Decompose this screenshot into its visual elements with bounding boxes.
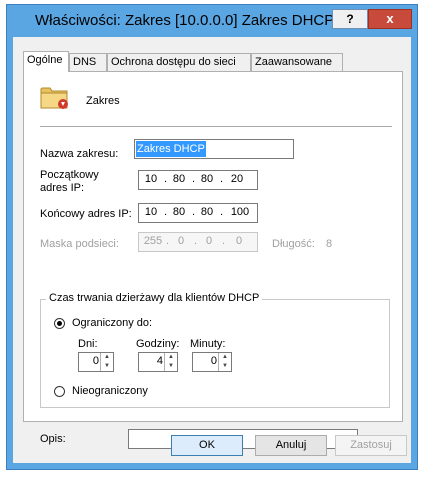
spin-down-icon[interactable]: ▼ [101,362,113,371]
title-bar[interactable]: Właściwości: Zakres [10.0.0.0] Zakres DH… [7,5,417,37]
help-button[interactable]: ? [332,9,368,29]
apply-button: Zastosuj [335,435,407,456]
subnet-octet-2: 0 [177,235,185,247]
start-ip-octet-2: 80 [172,173,186,185]
ip-dot: . [192,206,196,218]
length-value: 8 [326,238,333,250]
unlimited-label[interactable]: Nieograniczony [72,385,148,397]
unlimited-radio[interactable] [54,386,65,397]
window-title: Właściwości: Zakres [10.0.0.0] Zakres DH… [35,12,335,29]
start-ip-field[interactable]: 10 . 80 . 80 . 20 [138,170,258,190]
ip-dot: . [166,235,170,247]
lease-duration-label: Czas trwania dzierżawy dla klientów DHCP [46,292,263,304]
start-ip-octet-3: 80 [200,173,214,185]
ok-button[interactable]: OK [171,435,243,456]
separator [40,126,392,127]
description-label: Opis: [40,433,66,445]
days-value: 0 [92,355,99,367]
ip-dot: . [220,173,224,185]
tab-network-access-protection[interactable]: Ochrona dostępu do sieci [107,53,251,71]
general-tab-panel: Zakres Nazwa zakresu: Zakres DHCP Począt… [23,71,403,449]
end-ip-octet-3: 80 [200,206,214,218]
limited-label[interactable]: Ograniczony do: [72,317,152,329]
minutes-label: Minuty: [190,338,226,350]
subnet-mask-label: Maska podsieci: [40,238,119,250]
properties-dialog: Właściwości: Zakres [10.0.0.0] Zakres DH… [6,4,418,470]
spin-down-icon[interactable]: ▼ [165,362,177,371]
limited-radio[interactable] [54,318,65,329]
end-ip-octet-2: 80 [172,206,186,218]
scope-name-field[interactable]: Zakres DHCP [134,139,294,159]
spin-up-icon[interactable]: ▲ [165,353,177,362]
subnet-octet-4: 0 [235,235,243,247]
subnet-mask-field: 255 . 0 . 0 . 0 [138,232,258,252]
spin-down-icon[interactable]: ▼ [219,362,231,371]
days-spin-arrows[interactable]: ▲ ▼ [100,353,113,371]
minutes-value: 0 [210,355,217,367]
ip-dot: . [192,173,196,185]
end-ip-octet-4: 100 [230,206,250,218]
hours-spinner[interactable]: 4 ▲ ▼ [138,352,178,372]
end-ip-octet-1: 10 [144,206,158,218]
subnet-octet-1: 255 [143,235,163,247]
minutes-spinner[interactable]: 0 ▲ ▼ [192,352,232,372]
tab-dns[interactable]: DNS [69,53,107,71]
ip-dot: . [222,235,226,247]
start-ip-octet-1: 10 [144,173,158,185]
folder-icon [40,87,68,109]
length-label: Długość: [272,238,315,250]
ip-dot: . [164,173,168,185]
hours-spin-arrows[interactable]: ▲ ▼ [164,353,177,371]
cancel-button[interactable]: Anuluj [255,435,327,456]
close-button[interactable]: x [368,9,412,29]
minutes-spin-arrows[interactable]: ▲ ▼ [218,353,231,371]
hours-label: Godziny: [136,338,180,350]
ip-dot: . [220,206,224,218]
ip-dot: . [194,235,198,247]
start-ip-label-line1: Początkowy [40,169,99,181]
start-ip-label-line2: adres IP: [40,182,85,194]
start-ip-octet-4: 20 [230,173,244,185]
scope-name-label: Nazwa zakresu: [40,148,119,160]
hours-value: 4 [156,355,163,367]
subnet-octet-3: 0 [205,235,213,247]
ip-dot: . [164,206,168,218]
spin-up-icon[interactable]: ▲ [101,353,113,362]
tab-advanced[interactable]: Zaawansowane [251,53,343,71]
end-ip-label: Końcowy adres IP: [40,208,132,220]
tab-general[interactable]: Ogólne [23,51,69,72]
days-spinner[interactable]: 0 ▲ ▼ [78,352,114,372]
scope-caption: Zakres [86,95,120,107]
spin-up-icon[interactable]: ▲ [219,353,231,362]
end-ip-field[interactable]: 10 . 80 . 80 . 100 [138,203,258,223]
dialog-body: Ogólne DNS Ochrona dostępu do sieci Zaaw… [13,37,411,463]
scope-name-value: Zakres DHCP [136,141,206,157]
days-label: Dni: [78,338,98,350]
